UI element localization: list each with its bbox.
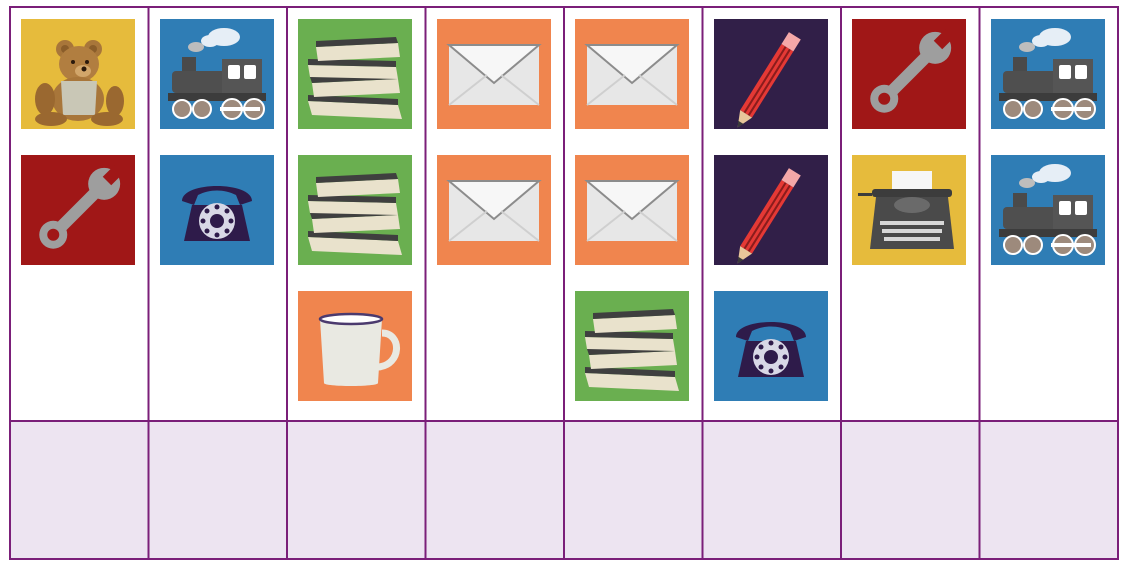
tableau-column-8[interactable]	[980, 7, 1118, 420]
envelope-icon	[436, 19, 551, 129]
tile-pencil[interactable]	[713, 155, 828, 265]
envelope-icon	[575, 19, 689, 129]
tile-telephone[interactable]	[159, 155, 274, 265]
tile-typewriter[interactable]	[852, 155, 966, 265]
tile-teddy-bear[interactable]	[21, 19, 135, 129]
tile-envelope[interactable]	[575, 19, 689, 129]
tile-envelope[interactable]	[575, 155, 689, 265]
tableau-column-5[interactable]	[564, 7, 702, 420]
tile-books[interactable]	[298, 19, 412, 129]
tile-train[interactable]	[159, 19, 274, 129]
tile-envelope[interactable]	[436, 155, 551, 265]
train-icon	[990, 155, 1105, 265]
foundation-row	[10, 422, 1118, 559]
telephone-icon	[159, 155, 274, 265]
books-icon	[298, 155, 412, 265]
tableau-column-4[interactable]	[426, 7, 564, 420]
tableau	[10, 7, 1118, 420]
pencil-icon	[713, 155, 828, 265]
tile-mug[interactable]	[298, 291, 412, 401]
tableau-column-2[interactable]	[149, 7, 287, 420]
tile-wrench[interactable]	[852, 19, 966, 129]
tile-telephone[interactable]	[713, 291, 828, 401]
foundation-slot-6[interactable]	[703, 422, 841, 559]
foundation-slot-7[interactable]	[841, 422, 979, 559]
tile-books[interactable]	[298, 155, 412, 265]
tile-envelope[interactable]	[436, 19, 551, 129]
foundation-slot-8[interactable]	[980, 422, 1118, 559]
tile-pencil[interactable]	[713, 19, 828, 129]
tile-train[interactable]	[990, 19, 1105, 129]
telephone-icon	[713, 291, 828, 401]
wrench-icon	[852, 19, 966, 129]
typewriter-icon	[852, 155, 966, 265]
envelope-icon	[575, 155, 689, 265]
tableau-column-3[interactable]	[287, 7, 425, 420]
foundation-slot-1[interactable]	[10, 422, 148, 559]
tile-books[interactable]	[575, 291, 689, 401]
train-icon	[159, 19, 274, 129]
books-icon	[575, 291, 689, 401]
envelope-icon	[436, 155, 551, 265]
foundation-slot-2[interactable]	[149, 422, 287, 559]
tableau-column-7[interactable]	[841, 7, 979, 420]
mug-icon	[298, 291, 412, 401]
pencil-icon	[713, 19, 828, 129]
tableau-column-1[interactable]	[10, 7, 148, 420]
foundation-slot-3[interactable]	[287, 422, 425, 559]
teddy-bear-icon	[21, 19, 135, 129]
game-board	[0, 0, 1123, 561]
foundation-slot-5[interactable]	[564, 422, 702, 559]
tile-train[interactable]	[990, 155, 1105, 265]
wrench-icon	[21, 155, 135, 265]
train-icon	[990, 19, 1105, 129]
tableau-column-6[interactable]	[703, 7, 841, 420]
books-icon	[298, 19, 412, 129]
foundation-slot-4[interactable]	[426, 422, 564, 559]
tile-wrench[interactable]	[21, 155, 135, 265]
